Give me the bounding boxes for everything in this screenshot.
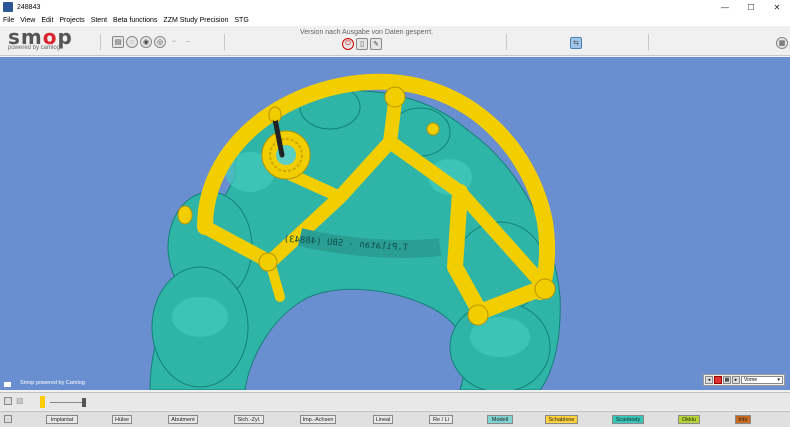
lock-message: Version nach Ausgabe von Daten gesperrt. (300, 29, 434, 36)
separator (648, 34, 649, 50)
menu-stent[interactable]: Stent (91, 17, 107, 24)
3d-viewport[interactable]: T.Pilatan - SBU (48843) Smop powered by … (0, 57, 790, 390)
separator (506, 34, 507, 50)
layer-scanbody[interactable]: Scanbody (612, 415, 644, 424)
layer-toggle-bar: Implantat Hülse Abutment Sich.-Zyl. Imp.… (0, 411, 790, 427)
layer-okklu[interactable]: Okklu (678, 415, 700, 424)
menu-view[interactable]: View (20, 17, 35, 24)
screen-export-icon[interactable]: ⇆ (570, 37, 582, 49)
layer-huelse[interactable]: Hülse (112, 415, 132, 424)
minimize-button[interactable]: — (712, 0, 738, 14)
app-icon (3, 2, 13, 12)
layer-implantat[interactable]: Implantat (46, 415, 78, 424)
chevron-down-icon: ▾ (777, 377, 780, 383)
layer-re-li[interactable]: Re / Li (429, 415, 453, 424)
menu-projects[interactable]: Projects (59, 17, 84, 24)
print-icon[interactable]: ▤ (112, 36, 124, 48)
arc-icon[interactable]: ⌣ (168, 36, 180, 48)
toolbar: smop powered by camlog ▤ ◌ ◉ ◎ ⌣ ~ Versi… (0, 26, 790, 56)
curve-icon[interactable]: ~ (182, 36, 194, 48)
maximize-button[interactable]: ☐ (738, 0, 764, 14)
hatch-icon[interactable]: ▨ (16, 396, 30, 406)
opacity-slider-track[interactable] (50, 402, 86, 403)
record-icon[interactable]: ◎ (154, 36, 166, 48)
tools-icon[interactable]: ✎ (370, 38, 382, 50)
view-direction-select[interactable]: Vorne ▾ (741, 376, 783, 384)
strip-toggle[interactable] (4, 397, 12, 405)
layer-info[interactable]: Info (735, 415, 751, 424)
layer-imp-achsen[interactable]: Imp.-Achsen (300, 415, 336, 424)
layer-lineal[interactable]: Lineal (373, 415, 393, 424)
color-swatch[interactable] (40, 396, 45, 408)
view-reset-icon[interactable] (714, 376, 722, 384)
smop-logo: smop powered by camlog (8, 25, 73, 51)
menu-file[interactable]: File (3, 17, 14, 24)
power-icon[interactable]: ⏻ (342, 38, 354, 50)
menu-edit[interactable]: Edit (41, 17, 53, 24)
opacity-slider-thumb[interactable] (82, 398, 86, 407)
layer-sich-zyl[interactable]: Sich.-Zyl. (234, 415, 264, 424)
view-orient-icon[interactable]: ▸ (732, 376, 740, 384)
window-title: 248843 (17, 3, 41, 11)
document-icon[interactable]: ▯ (356, 38, 368, 50)
viewport-corner-icon (4, 382, 11, 387)
menu-beta-functions[interactable]: Beta functions (113, 17, 157, 24)
viewport-footnote: Smop powered by Camlog (20, 380, 85, 386)
settings-icon[interactable]: ▦ (776, 37, 788, 49)
bulb-icon[interactable]: ◌ (126, 36, 138, 48)
title-bar: 248843 — ☐ ✕ (0, 0, 790, 14)
close-button[interactable]: ✕ (764, 0, 790, 14)
view-controls: ◂ ▦ ▸ Vorne ▾ (703, 374, 785, 386)
camera-icon[interactable]: ◉ (140, 36, 152, 48)
menu-stg[interactable]: STG (234, 17, 248, 24)
separator (100, 34, 101, 50)
menu-bar: File View Edit Projects Stent Beta funct… (0, 14, 790, 26)
layer-modell[interactable]: Modell (487, 415, 513, 424)
dental-model-scene: T.Pilatan - SBU (48843) (149, 73, 561, 390)
view-prev-icon[interactable]: ◂ (705, 376, 713, 384)
menu-zzm-study-precision[interactable]: ZZM Study Precision (163, 17, 228, 24)
layer-schablone[interactable]: Schablone (545, 415, 578, 424)
view-grid-icon[interactable]: ▦ (723, 376, 731, 384)
transparency-strip: ▨ (0, 392, 790, 410)
layer-abutment[interactable]: Abutment (168, 415, 198, 424)
layer-bar-toggle[interactable] (4, 415, 12, 423)
separator (224, 34, 225, 50)
